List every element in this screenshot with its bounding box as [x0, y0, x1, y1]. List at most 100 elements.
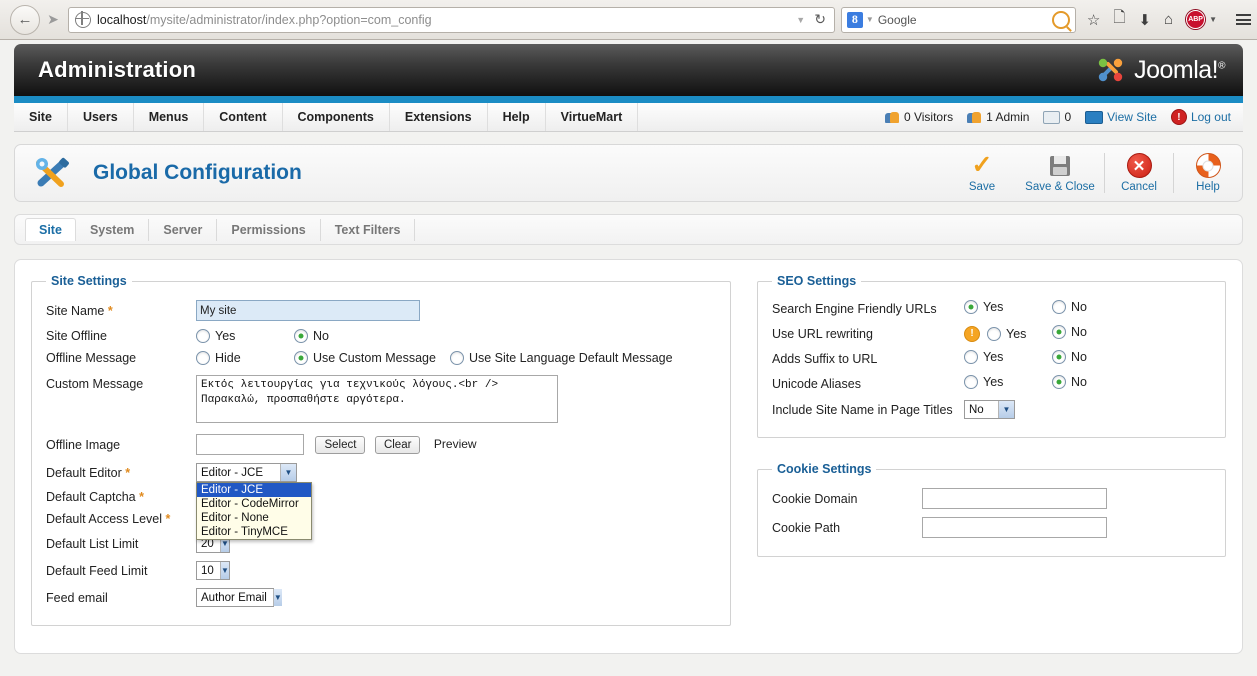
reload-icon[interactable]: ↻: [814, 11, 826, 28]
chevron-down-icon[interactable]: ▼: [1209, 15, 1217, 24]
field-row-url-suffix: Adds Suffix to URL Yes No: [772, 346, 1211, 371]
cookie-domain-label: Cookie Domain: [772, 491, 858, 506]
option-editor-tinymce[interactable]: Editor - TinyMCE: [197, 525, 311, 539]
offline-message-default[interactable]: Use Site Language Default Message: [449, 351, 673, 365]
site-offline-radiogroup: Yes No: [196, 329, 716, 343]
chevron-down-icon[interactable]: ▼: [866, 15, 874, 24]
option-editor-none[interactable]: Editor - None: [197, 511, 311, 525]
radio-icon: [1052, 300, 1066, 314]
default-editor-dropdown[interactable]: Editor - JCE ▼ Editor - JCE Editor - Cod…: [196, 463, 312, 540]
cookie-domain-input[interactable]: [922, 488, 1107, 509]
custom-message-textarea[interactable]: Εκτός λειτουργίας για τεχνικούς λόγους.<…: [196, 375, 558, 423]
url-rewriting-label: Use URL rewriting: [772, 326, 873, 341]
tab-system[interactable]: System: [76, 218, 150, 241]
site-name-label: Site Name *: [46, 303, 113, 318]
radio-icon: [449, 351, 464, 365]
include-site-name-select[interactable]: No ▼: [964, 400, 1015, 419]
save-close-button[interactable]: Save & Close: [1016, 145, 1104, 201]
browser-toolbar: ← ➤ localhost/mysite/administrator/index…: [0, 0, 1257, 40]
offline-message-custom[interactable]: Use Custom Message: [294, 351, 436, 365]
cookie-path-input[interactable]: [922, 517, 1107, 538]
help-button[interactable]: Help: [1174, 145, 1242, 201]
field-row-include-site-name: Include Site Name in Page Titles No ▼: [772, 396, 1211, 423]
menu-item-users[interactable]: Users: [68, 103, 134, 131]
tab-permissions[interactable]: Permissions: [217, 218, 321, 241]
url-rewriting-no[interactable]: No: [1052, 325, 1087, 339]
logout-link[interactable]: ! Log out: [1170, 109, 1231, 125]
url-suffix-no[interactable]: No: [1052, 350, 1087, 364]
view-site-link[interactable]: View Site: [1085, 110, 1157, 124]
cookie-settings-fieldset: Cookie Settings Cookie Domain Cookie Pat…: [757, 462, 1226, 557]
menu-item-help[interactable]: Help: [488, 103, 546, 131]
download-icon[interactable]: ⬇: [1138, 11, 1151, 29]
monitor-icon: [1085, 110, 1104, 124]
clear-button[interactable]: Clear: [374, 435, 421, 454]
sef-urls-yes[interactable]: Yes: [964, 300, 1003, 314]
home-icon[interactable]: ⌂: [1164, 11, 1173, 28]
offline-image-label: Offline Image: [46, 437, 121, 452]
view-site-label[interactable]: View Site: [1107, 110, 1157, 124]
joomla-j-icon: [1098, 58, 1123, 82]
joomla-admin: Administration Joomla!® Site Users Menus…: [0, 44, 1257, 654]
field-row-cookie-path: Cookie Path: [772, 513, 1211, 542]
default-editor-select[interactable]: Editor - JCE ▼: [196, 463, 297, 482]
search-icon[interactable]: [1051, 10, 1070, 29]
site-name-input[interactable]: [196, 300, 420, 321]
site-offline-no[interactable]: No: [294, 329, 329, 343]
url-rewriting-yes[interactable]: ! Yes: [964, 325, 1026, 342]
adblock-icon[interactable]: ABP: [1186, 10, 1206, 29]
chevron-down-icon[interactable]: ▼: [280, 464, 296, 481]
cancel-button[interactable]: ✕ Cancel: [1105, 145, 1173, 201]
offline-message-hide[interactable]: Hide: [196, 351, 286, 365]
offline-message-label: Offline Message: [46, 351, 137, 365]
radio-icon: [964, 350, 978, 364]
default-feed-limit-select[interactable]: 10 ▼: [196, 561, 230, 580]
feed-email-select[interactable]: Author Email ▼: [196, 588, 282, 607]
radio-icon: [196, 351, 210, 365]
search-bar[interactable]: 8 ▼ Google: [840, 6, 1076, 33]
hamburger-menu-icon[interactable]: [1236, 14, 1251, 25]
site-offline-yes[interactable]: Yes: [196, 329, 286, 343]
field-row-feed-email: Feed email Author Email ▼: [46, 584, 716, 611]
mail-icon: [1043, 110, 1061, 124]
chevron-down-icon[interactable]: ▼: [272, 589, 282, 606]
menu-item-virtuemart[interactable]: VirtueMart: [546, 103, 639, 131]
save-button[interactable]: ✓ Save: [948, 145, 1016, 201]
url-suffix-yes[interactable]: Yes: [964, 350, 1003, 364]
forward-arrow-icon[interactable]: ➤: [40, 7, 66, 33]
option-editor-jce[interactable]: Editor - JCE: [197, 483, 311, 497]
menu-item-components[interactable]: Components: [283, 103, 390, 131]
field-row-site-name: Site Name *: [46, 296, 716, 325]
option-editor-codemirror[interactable]: Editor - CodeMirror: [197, 497, 311, 511]
menu-item-extensions[interactable]: Extensions: [390, 103, 488, 131]
settings-panels: Site Settings Site Name * Site Offline: [14, 259, 1243, 654]
menu-item-site[interactable]: Site: [14, 103, 68, 131]
preview-label: Preview: [433, 436, 477, 451]
site-settings-fieldset: Site Settings Site Name * Site Offline: [31, 274, 731, 626]
unicode-aliases-no[interactable]: No: [1052, 375, 1087, 389]
tab-site[interactable]: Site: [25, 218, 76, 241]
cookie-settings-legend: Cookie Settings: [777, 462, 872, 476]
tab-text-filters[interactable]: Text Filters: [321, 218, 416, 241]
joomla-wordmark: Joomla!®: [1134, 55, 1225, 84]
default-editor-option-list[interactable]: Editor - JCE Editor - CodeMirror Editor …: [196, 482, 312, 540]
back-arrow-icon[interactable]: ←: [10, 4, 40, 35]
field-row-custom-message: Custom Message Εκτός λειτουργίας για τεχ…: [46, 369, 716, 430]
sef-urls-no[interactable]: No: [1052, 300, 1087, 314]
star-icon[interactable]: ☆: [1087, 11, 1100, 29]
field-row-list-limit: Default List Limit 20 ▼: [46, 530, 716, 557]
chevron-down-icon[interactable]: ▼: [796, 15, 805, 25]
logout-label[interactable]: Log out: [1191, 110, 1231, 124]
menu-item-content[interactable]: Content: [204, 103, 283, 131]
offline-image-input[interactable]: [196, 434, 304, 455]
library-icon[interactable]: 🗋: [1113, 7, 1125, 32]
chevron-down-icon[interactable]: ▼: [219, 562, 229, 579]
select-button[interactable]: Select: [315, 435, 366, 454]
unicode-aliases-yes[interactable]: Yes: [964, 375, 1003, 389]
url-bar[interactable]: localhost/mysite/administrator/index.php…: [68, 6, 835, 33]
tab-server[interactable]: Server: [149, 218, 218, 241]
messages-status[interactable]: 0: [1043, 110, 1071, 124]
save-close-label: Save & Close: [1025, 180, 1095, 193]
chevron-down-icon[interactable]: ▼: [998, 401, 1014, 418]
menu-item-menus[interactable]: Menus: [134, 103, 205, 131]
